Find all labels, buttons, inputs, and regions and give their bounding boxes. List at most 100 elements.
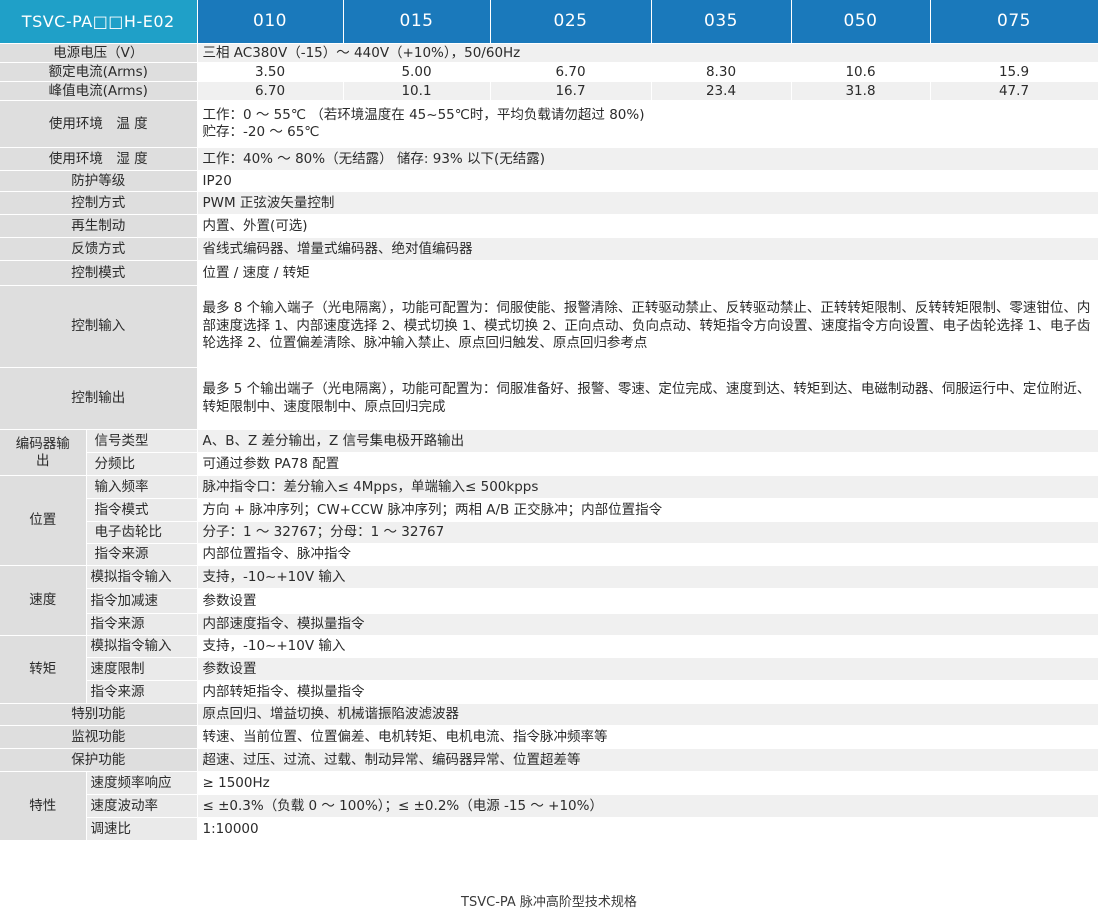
row-perf-ratio: 调速比 1:10000 <box>0 817 1098 841</box>
row-encoder-divider: 分频比 可通过参数 PA78 配置 <box>0 452 1098 476</box>
row-control-method: 控制方式 PWM 正弦波矢量控制 <box>0 191 1098 215</box>
rated-035: 8.30 <box>651 62 792 82</box>
row-speed-source: 指令来源 内部速度指令、模拟量指令 <box>0 613 1098 636</box>
control-method-value: PWM 正弦波矢量控制 <box>197 191 1098 215</box>
position-source-value: 内部位置指令、脉冲指令 <box>197 543 1098 566</box>
protect-label: 保护功能 <box>0 748 198 772</box>
position-gear-value: 分子：1 ～ 32767；分母：1 ～ 32767 <box>197 521 1098 544</box>
row-position-mode: 指令模式 方向 + 脉冲序列；CW+CCW 脉冲序列；两相 A/B 正交脉冲；内… <box>0 498 1098 522</box>
peak-010: 6.70 <box>197 81 344 101</box>
protection-class-label: 防护等级 <box>0 170 198 192</box>
rated-075: 15.9 <box>930 62 1098 82</box>
speed-analog-label: 模拟指令输入 <box>86 565 198 589</box>
row-position-gear: 电子齿轮比 分子：1 ～ 32767；分母：1 ～ 32767 <box>0 521 1098 544</box>
col-header-025: 025 <box>490 0 652 44</box>
temperature-value: 工作：0 ～ 55℃ （若环境温度在 45~55℃时，平均负载请勿超过 80%)… <box>197 100 1098 148</box>
row-position-source: 指令来源 内部位置指令、脉冲指令 <box>0 543 1098 566</box>
regen-label: 再生制动 <box>0 214 198 238</box>
humidity-value: 工作：40% ～ 80%（无结露） 储存: 93% 以下(无结露) <box>197 147 1098 171</box>
row-humidity: 使用环境 湿 度 工作：40% ～ 80%（无结露） 储存: 93% 以下(无结… <box>0 147 1098 171</box>
peak-015: 10.1 <box>343 81 491 101</box>
peak-050: 31.8 <box>791 81 931 101</box>
perf-response-label: 速度频率响应 <box>86 771 198 795</box>
torque-limit-label: 速度限制 <box>86 657 198 681</box>
speed-accel-label: 指令加减速 <box>86 588 198 614</box>
encoder-signal-label: 信号类型 <box>86 429 198 453</box>
row-torque-limit: 速度限制 参数设置 <box>0 657 1098 681</box>
position-source-label: 指令来源 <box>86 543 198 566</box>
feedback-value: 省线式编码器、增量式编码器、绝对值编码器 <box>197 237 1098 261</box>
speed-source-label: 指令来源 <box>86 613 198 636</box>
col-header-015: 015 <box>343 0 491 44</box>
torque-group: 转矩 <box>0 635 87 704</box>
peak-075: 47.7 <box>930 81 1098 101</box>
row-voltage: 电源电压（V） 三相 AC380V（-15）～ 440V（+10%），50/60… <box>0 43 1098 63</box>
rated-015: 5.00 <box>343 62 491 82</box>
control-output-value: 最多 5 个输出端子（光电隔离），功能可配置为：伺服准备好、报警、零速、定位完成… <box>197 367 1098 430</box>
position-freq-label: 输入频率 <box>86 475 198 499</box>
torque-analog-value: 支持，-10~+10V 输入 <box>197 635 1098 658</box>
perf-response-value: ≥ 1500Hz <box>197 771 1098 795</box>
rated-025: 6.70 <box>490 62 652 82</box>
row-position-freq: 位置 输入频率 脉冲指令口：差分输入≤ 4Mpps，单端输入≤ 500kpps <box>0 475 1098 566</box>
control-input-label: 控制输入 <box>0 285 198 368</box>
perf-fluct-value: ≤ ±0.3%（负载 0 ～ 100%）；≤ ±0.2%（电源 -15 ～ +1… <box>197 794 1098 818</box>
temperature-label: 使用环境 温 度 <box>0 100 198 148</box>
perf-fluct-label: 速度波动率 <box>86 794 198 818</box>
torque-analog-label: 模拟指令输入 <box>86 635 198 658</box>
position-mode-label: 指令模式 <box>86 498 198 522</box>
model-header: TSVC-PA□□H-E02 <box>0 0 198 44</box>
row-control-mode: 控制模式 位置 / 速度 / 转矩 <box>0 260 1098 286</box>
feedback-label: 反馈方式 <box>0 237 198 261</box>
col-header-050: 050 <box>791 0 931 44</box>
row-speed-analog: 速度 模拟指令输入 支持，-10~+10V 输入 <box>0 565 1098 636</box>
speed-analog-value: 支持，-10~+10V 输入 <box>197 565 1098 589</box>
encoder-divider-value: 可通过参数 PA78 配置 <box>197 452 1098 476</box>
control-output-label: 控制输出 <box>0 367 198 430</box>
row-rated-current: 额定电流(Arms) 3.50 5.00 6.70 8.30 10.6 15.9 <box>0 62 1098 82</box>
row-monitor-functions: 监视功能 转速、当前位置、位置偏差、电机转矩、电机电流、指令脉冲频率等 <box>0 725 1098 749</box>
speed-group: 速度 <box>0 565 87 636</box>
row-peak-current: 峰值电流(Arms) 6.70 10.1 16.7 23.4 31.8 47.7 <box>0 81 1098 101</box>
voltage-label: 电源电压（V） <box>0 43 198 63</box>
temperature-storage: 贮存：-20 ～ 65℃ <box>202 124 320 140</box>
torque-limit-value: 参数设置 <box>197 657 1098 681</box>
encoder-divider-label: 分频比 <box>86 452 198 476</box>
perf-ratio-label: 调速比 <box>86 817 198 841</box>
row-speed-accel: 指令加减速 参数设置 <box>0 588 1098 614</box>
row-torque-source: 指令来源 内部转矩指令、模拟量指令 <box>0 680 1098 704</box>
row-feedback: 反馈方式 省线式编码器、增量式编码器、绝对值编码器 <box>0 237 1098 261</box>
control-input-value: 最多 8 个输入端子（光电隔离），功能可配置为：伺服使能、报警清除、正转驱动禁止… <box>197 285 1098 368</box>
row-protection-functions: 保护功能 超速、过压、过流、过载、制动异常、编码器异常、位置超差等 <box>0 748 1098 772</box>
encoder-signal-value: A、B、Z 差分输出，Z 信号集电极开路输出 <box>197 429 1098 453</box>
voltage-value: 三相 AC380V（-15）～ 440V（+10%），50/60Hz <box>197 43 1098 63</box>
temperature-operating: 工作：0 ～ 55℃ （若环境温度在 45~55℃时，平均负载请勿超过 80%) <box>202 107 645 123</box>
row-temperature: 使用环境 温 度 工作：0 ～ 55℃ （若环境温度在 45~55℃时，平均负载… <box>0 100 1098 148</box>
control-method-label: 控制方式 <box>0 191 198 215</box>
protect-value: 超速、过压、过流、过载、制动异常、编码器异常、位置超差等 <box>197 748 1098 772</box>
col-header-010: 010 <box>197 0 344 44</box>
monitor-label: 监视功能 <box>0 725 198 749</box>
special-value: 原点回归、增益切换、机械谐振陷波滤波器 <box>197 703 1098 726</box>
position-gear-label: 电子齿轮比 <box>86 521 198 544</box>
row-special-functions: 特别功能 原点回归、增益切换、机械谐振陷波滤波器 <box>0 703 1098 726</box>
protection-class-value: IP20 <box>197 170 1098 192</box>
peak-label: 峰值电流(Arms) <box>0 81 198 101</box>
speed-source-value: 内部速度指令、模拟量指令 <box>197 613 1098 636</box>
row-protection-class: 防护等级 IP20 <box>0 170 1098 192</box>
special-label: 特别功能 <box>0 703 198 726</box>
position-freq-value: 脉冲指令口：差分输入≤ 4Mpps，单端输入≤ 500kpps <box>197 475 1098 499</box>
row-control-input: 控制输入 最多 8 个输入端子（光电隔离），功能可配置为：伺服使能、报警清除、正… <box>0 285 1098 368</box>
peak-035: 23.4 <box>651 81 792 101</box>
row-perf-fluctuation: 速度波动率 ≤ ±0.3%（负载 0 ～ 100%）；≤ ±0.2%（电源 -1… <box>0 794 1098 818</box>
rated-050: 10.6 <box>791 62 931 82</box>
performance-group: 特性 <box>0 771 87 841</box>
row-control-output: 控制输出 最多 5 个输出端子（光电隔离），功能可配置为：伺服准备好、报警、零速… <box>0 367 1098 430</box>
row-encoder-signal: 编码器输出 信号类型 A、B、Z 差分输出，Z 信号集电极开路输出 <box>0 429 1098 476</box>
col-header-075: 075 <box>930 0 1098 44</box>
row-regen-braking: 再生制动 内置、外置(可选) <box>0 214 1098 238</box>
row-perf-response: 特性 速度频率响应 ≥ 1500Hz <box>0 771 1098 841</box>
humidity-label: 使用环境 湿 度 <box>0 147 198 171</box>
row-torque-analog: 转矩 模拟指令输入 支持，-10~+10V 输入 <box>0 635 1098 704</box>
control-mode-label: 控制模式 <box>0 260 198 286</box>
